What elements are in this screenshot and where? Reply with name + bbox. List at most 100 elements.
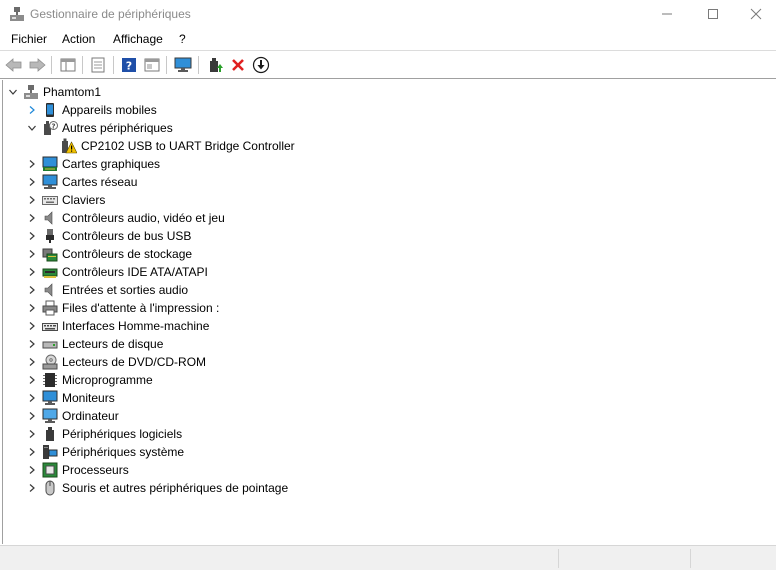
menu-bar: Fichier Action Affichage ? <box>0 29 776 51</box>
storage-controller-icon <box>42 246 58 262</box>
tree-item-processeurs[interactable]: Processeurs <box>26 461 129 479</box>
device-tree[interactable]: Phamtom1 Appareils mobiles ? Autres péri… <box>2 80 776 544</box>
back-arrow-icon[interactable] <box>4 55 24 75</box>
tree-item-files-attente[interactable]: Files d'attente à l'impression : <box>26 299 219 317</box>
chevron-right-icon[interactable] <box>26 338 38 350</box>
update-driver-icon[interactable] <box>205 55 225 75</box>
tree-item-interfaces-homme-machine[interactable]: Interfaces Homme-machine <box>26 317 209 335</box>
chevron-right-icon[interactable] <box>26 428 38 440</box>
title-bar: Gestionnaire de périphériques <box>0 0 776 28</box>
tree-item-lecteurs-dvd[interactable]: Lecteurs de DVD/CD-ROM <box>26 353 206 371</box>
chevron-right-icon[interactable] <box>26 392 38 404</box>
tree-item-controleurs-stockage[interactable]: Contrôleurs de stockage <box>26 245 192 263</box>
chevron-right-icon[interactable] <box>26 158 38 170</box>
chevron-right-icon[interactable] <box>26 284 38 296</box>
system-device-icon <box>42 444 58 460</box>
tree-item-peripheriques-logiciels[interactable]: Périphériques logiciels <box>26 425 182 443</box>
tree-item-label: Lecteurs de DVD/CD-ROM <box>62 355 207 369</box>
tree-item-appareils-mobiles[interactable]: Appareils mobiles <box>26 101 157 119</box>
tree-item-peripheriques-systeme[interactable]: Périphériques système <box>26 443 184 461</box>
maximize-button[interactable] <box>690 0 736 28</box>
menu-help[interactable]: ? <box>177 32 188 46</box>
scan-hardware-icon[interactable] <box>173 55 193 75</box>
tree-item-label: Autres périphériques <box>62 121 173 135</box>
tree-item-label: Microprogramme <box>62 373 153 387</box>
toolbar-separator <box>82 56 83 74</box>
chevron-right-icon[interactable] <box>26 266 38 278</box>
tree-item-label: Cartes graphiques <box>62 157 161 171</box>
chevron-right-icon[interactable] <box>26 356 38 368</box>
chevron-down-icon[interactable] <box>26 122 38 134</box>
tree-item-entrees-sorties-audio[interactable]: Entrées et sorties audio <box>26 281 188 299</box>
menu-action[interactable]: Action <box>60 32 97 46</box>
tree-item-label: Entrées et sorties audio <box>62 283 189 297</box>
menu-fichier[interactable]: Fichier <box>9 32 49 46</box>
computer-icon <box>23 84 39 100</box>
device-manager-icon <box>9 6 25 22</box>
view-icon[interactable] <box>142 55 162 75</box>
chevron-right-icon[interactable] <box>26 410 38 422</box>
tree-item-claviers[interactable]: Claviers <box>26 191 105 209</box>
tree-item-label: Lecteurs de disque <box>62 337 164 351</box>
tree-item-controleurs-ide[interactable]: Contrôleurs IDE ATA/ATAPI <box>26 263 208 281</box>
tree-item-lecteurs-disque[interactable]: Lecteurs de disque <box>26 335 163 353</box>
keyboard-icon <box>42 192 58 208</box>
chevron-right-icon[interactable] <box>26 248 38 260</box>
svg-text:?: ? <box>51 123 55 131</box>
chevron-right-icon[interactable] <box>26 482 38 494</box>
chevron-right-icon[interactable] <box>26 464 38 476</box>
window-title: Gestionnaire de périphériques <box>30 7 191 21</box>
chevron-right-icon[interactable] <box>26 374 38 386</box>
tree-item-label: Processeurs <box>62 463 129 477</box>
usb-icon <box>42 228 58 244</box>
toolbar-separator <box>198 56 199 74</box>
menu-affichage[interactable]: Affichage <box>111 32 165 46</box>
processor-icon <box>42 462 58 478</box>
status-bar <box>0 545 776 570</box>
disable-device-icon[interactable] <box>251 55 271 75</box>
status-cell <box>690 549 776 568</box>
dvd-drive-icon <box>42 354 58 370</box>
chevron-down-icon[interactable] <box>7 86 19 98</box>
tree-item-label: CP2102 USB to UART Bridge Controller <box>81 139 295 153</box>
close-button[interactable] <box>736 0 776 28</box>
tree-item-label: Moniteurs <box>62 391 115 405</box>
tree-item-cartes-graphiques[interactable]: Cartes graphiques <box>26 155 160 173</box>
forward-arrow-icon[interactable] <box>27 55 47 75</box>
status-cell <box>558 549 690 568</box>
tree-item-moniteurs[interactable]: Moniteurs <box>26 389 115 407</box>
chevron-right-icon[interactable] <box>26 230 38 242</box>
minimize-button[interactable] <box>644 0 690 28</box>
tree-item-label: Souris et autres périphériques de pointa… <box>62 481 289 495</box>
mouse-icon <box>42 480 58 496</box>
properties-icon[interactable] <box>88 55 108 75</box>
tree-item-cartes-reseau[interactable]: Cartes réseau <box>26 173 137 191</box>
speaker-icon <box>42 210 58 226</box>
chevron-right-icon[interactable] <box>26 104 38 116</box>
tree-item-autres-peripheriques[interactable]: ? Autres périphériques <box>26 119 173 137</box>
chevron-right-icon[interactable] <box>26 212 38 224</box>
tree-item-controleurs-usb[interactable]: Contrôleurs de bus USB <box>26 227 191 245</box>
chevron-right-icon[interactable] <box>26 176 38 188</box>
tree-item-label: Files d'attente à l'impression : <box>62 301 220 315</box>
tree-item-controleurs-audio[interactable]: Contrôleurs audio, vidéo et jeu <box>26 209 225 227</box>
chevron-right-icon[interactable] <box>26 194 38 206</box>
tree-item-microprogramme[interactable]: Microprogramme <box>26 371 153 389</box>
toolbar-separator <box>166 56 167 74</box>
tree-root[interactable]: Phamtom1 <box>7 83 101 101</box>
uninstall-icon[interactable] <box>228 55 248 75</box>
chevron-right-icon[interactable] <box>26 320 38 332</box>
chevron-right-icon[interactable] <box>26 302 38 314</box>
computer-monitor-icon <box>42 408 58 424</box>
toolbar-separator <box>51 56 52 74</box>
show-hide-console-tree-icon[interactable] <box>58 55 78 75</box>
tree-item-label: Contrôleurs de bus USB <box>62 229 192 243</box>
network-adapter-icon <box>42 174 58 190</box>
tree-item-ordinateur[interactable]: Ordinateur <box>26 407 119 425</box>
help-icon[interactable]: ? <box>119 55 139 75</box>
disk-drive-icon <box>42 336 58 352</box>
tree-item-cp2102[interactable]: CP2102 USB to UART Bridge Controller <box>61 137 295 155</box>
chevron-right-icon[interactable] <box>26 446 38 458</box>
audio-io-icon <box>42 282 58 298</box>
tree-item-souris[interactable]: Souris et autres périphériques de pointa… <box>26 479 288 497</box>
